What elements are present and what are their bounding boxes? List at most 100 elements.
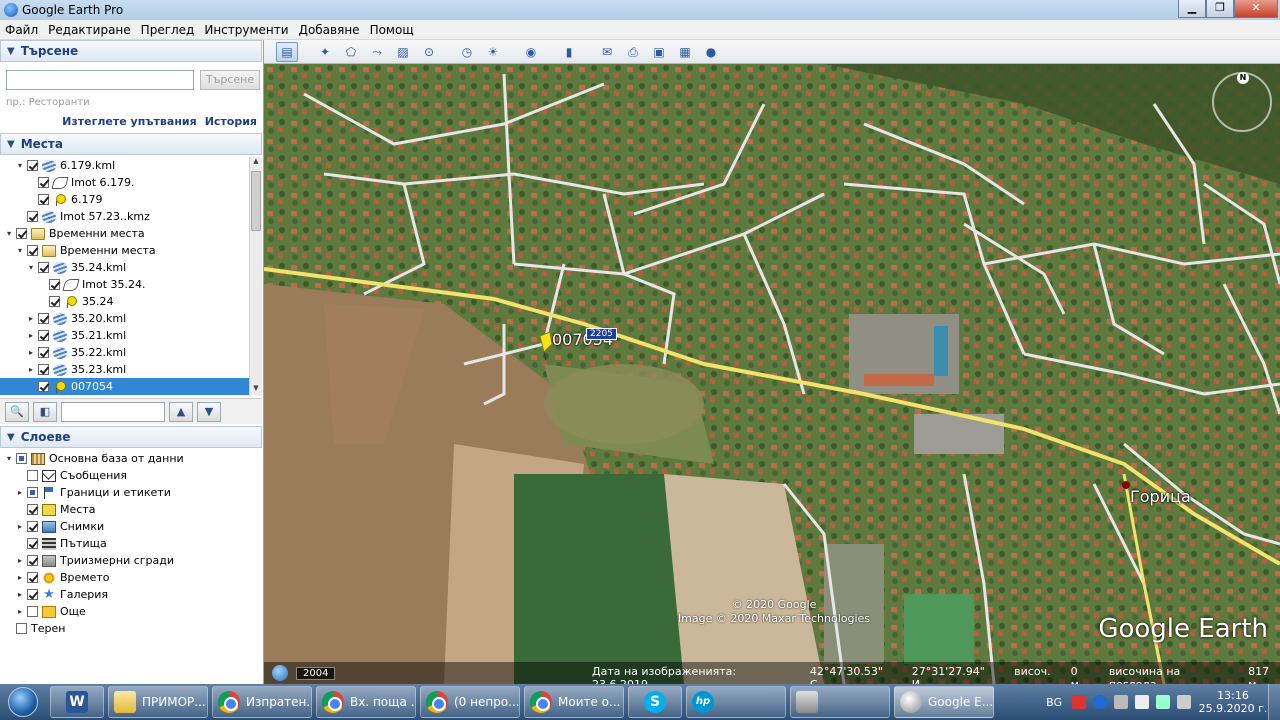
network-icon[interactable] [1156,695,1170,709]
visibility-checkbox[interactable] [38,262,49,273]
save-image-icon[interactable]: ▣ [648,42,670,62]
menu-tools[interactable]: Инструменти [199,23,293,37]
expander-arrow-icon[interactable]: ▸ [15,590,25,599]
visibility-checkbox[interactable] [38,347,49,358]
search-section-header[interactable]: ▼ Търсене [0,40,262,62]
expander-arrow-icon[interactable]: ▾ [15,246,25,255]
tree-item[interactable]: Места [0,501,262,518]
visibility-checkbox[interactable] [38,364,49,375]
visibility-checkbox[interactable] [16,623,27,634]
add-path-icon[interactable]: ⤳ [366,42,388,62]
tree-item[interactable]: ▸ Времето [0,569,262,586]
expander-arrow-icon[interactable]: ▸ [26,348,36,357]
expander-arrow-icon[interactable]: ▸ [15,488,25,497]
start-button[interactable] [0,684,46,720]
menu-view[interactable]: Преглед [136,23,200,37]
add-placemark-icon[interactable]: ✦ [314,42,336,62]
sidebar-toggle-button[interactable]: ▤ [276,41,298,62]
taskbar-button[interactable]: Моите о... [524,686,624,718]
tree-item[interactable]: 6.179 [0,191,250,208]
historical-imagery-globe-icon[interactable] [272,665,288,681]
visibility-checkbox[interactable] [27,555,38,566]
menu-help[interactable]: Помощ [365,23,419,37]
visibility-checkbox[interactable] [16,453,27,464]
town-label[interactable]: Горица [1130,487,1191,506]
tree-item[interactable]: ▸ 35.22.kml [0,344,250,361]
directions-link[interactable]: Изтеглете упътвания [62,115,197,128]
visibility-checkbox[interactable] [38,381,49,392]
search-button[interactable]: Търсене [200,70,260,90]
tree-item[interactable]: ▸ 35.20.kml [0,310,250,327]
show-desktop-button[interactable] [1268,684,1280,720]
expander-arrow-icon[interactable]: ▸ [15,573,25,582]
tray-expand-icon[interactable] [1114,695,1128,709]
tree-item[interactable]: ▸ 35.21.kml [0,327,250,344]
tree-item[interactable]: ▸ Триизмерни сгради [0,552,262,569]
move-up-button[interactable]: ▲ [169,401,193,422]
print-icon[interactable]: ⎙ [622,42,644,62]
tree-item[interactable]: ▾ 6.179.kml [0,157,250,174]
places-scrollbar[interactable]: ▲ ▼ [249,157,262,396]
tree-item[interactable]: ▸ Граници и етикети [0,484,262,501]
tree-item[interactable]: ▾ 35.24.kml [0,259,250,276]
visibility-checkbox[interactable] [38,313,49,324]
toggle-panel-button[interactable]: ◧ [33,401,57,422]
scroll-up-icon[interactable]: ▲ [250,157,262,169]
volume-icon[interactable] [1177,695,1191,709]
expander-arrow-icon[interactable]: ▸ [15,556,25,565]
earth-icon[interactable]: ● [700,42,722,62]
search-input[interactable] [6,70,194,90]
taskbar-button[interactable]: hp [686,686,786,718]
visibility-checkbox[interactable] [27,521,38,532]
expander-arrow-icon[interactable]: ▸ [26,365,36,374]
clock[interactable]: 13:16 25.9.2020 г. [1198,689,1268,715]
expander-arrow-icon[interactable]: ▸ [26,314,36,323]
dropbox-icon[interactable] [1135,695,1149,709]
move-down-button[interactable]: ▼ [197,401,221,422]
visibility-checkbox[interactable] [27,470,38,481]
planets-icon[interactable]: ◉ [520,42,542,62]
expander-arrow-icon[interactable]: ▸ [26,331,36,340]
tree-item[interactable]: Терен [0,620,262,637]
places-section-header[interactable]: ▼ Места [0,133,262,155]
visibility-checkbox[interactable] [38,330,49,341]
places-filter-input[interactable] [61,401,165,422]
help-icon[interactable] [1093,695,1107,709]
taskbar-button[interactable] [790,686,890,718]
minimize-button[interactable]: ▁ [1178,0,1206,18]
visibility-checkbox[interactable] [49,296,60,307]
tree-item[interactable]: ▸ Още [0,603,262,620]
expander-arrow-icon[interactable]: ▾ [15,161,25,170]
menu-edit[interactable]: Редактиране [43,23,136,37]
visibility-checkbox[interactable] [27,487,38,498]
tree-item[interactable]: ▸ 35.23.kml [0,361,250,378]
add-polygon-icon[interactable]: ⬠ [340,42,362,62]
layers-section-header[interactable]: ▼ Слоеве [0,426,262,448]
visibility-checkbox[interactable] [38,177,49,188]
tree-item[interactable]: ▾ Временни места [0,242,250,259]
tree-item[interactable]: Imot 35.24. [0,276,250,293]
visibility-checkbox[interactable] [27,160,38,171]
historical-imagery-icon[interactable]: ◷ [456,42,478,62]
maximize-button[interactable]: ❐ [1206,0,1234,18]
menu-file[interactable]: Файл [0,23,43,37]
record-tour-icon[interactable]: ⊙ [418,42,440,62]
tree-item[interactable]: ▸ ★ Галерия [0,586,262,603]
expander-arrow-icon[interactable]: ▾ [4,229,14,238]
north-indicator[interactable]: N [1237,72,1249,84]
visibility-checkbox[interactable] [27,211,38,222]
email-icon[interactable]: ✉ [596,42,618,62]
taskbar-button[interactable]: (0 непро... [420,686,520,718]
expander-arrow-icon[interactable]: ▸ [15,522,25,531]
navigation-compass[interactable]: N [1212,72,1272,132]
imagery-year[interactable]: 2004 [296,666,336,680]
expander-arrow-icon[interactable]: ▾ [4,454,14,463]
taskbar-button[interactable]: W [50,686,104,718]
visibility-checkbox[interactable] [27,572,38,583]
map-view[interactable]: 007054 2205 Горица N © 2020 Google Image… [264,64,1280,684]
visibility-checkbox[interactable] [27,589,38,600]
tree-item[interactable]: Пътища [0,535,262,552]
ruler-icon[interactable]: ▮ [558,42,580,62]
visibility-checkbox[interactable] [27,245,38,256]
tree-item[interactable]: Imot 6.179. [0,174,250,191]
